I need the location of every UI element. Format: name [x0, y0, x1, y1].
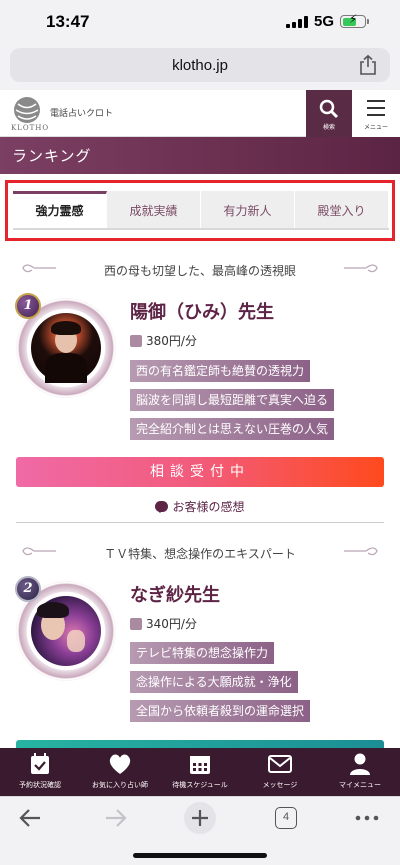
rank-badge: 2 [15, 576, 41, 602]
ornament-right-icon [344, 547, 378, 556]
advisor-name[interactable]: 陽御（ひみ）先生 [130, 298, 274, 324]
rank-badge: 1 [15, 293, 41, 319]
section-title: ランキング [12, 147, 92, 165]
heart-icon [109, 754, 131, 774]
advisor-price: 380円/分 [130, 332, 197, 349]
address-bar[interactable]: klotho.jp [10, 48, 390, 82]
tab-count: 4 [275, 807, 297, 829]
nav-messages[interactable]: メッセージ [240, 748, 320, 796]
logo-text: KLOTHO [11, 124, 50, 132]
advisor-tag: 完全紹介制とは思えない圧巻の人気 [130, 418, 335, 440]
signal-icon [286, 16, 308, 28]
search-button[interactable]: 検索 [306, 90, 352, 137]
tabs-button[interactable]: 4 [270, 801, 304, 835]
new-tab-plus-icon[interactable] [183, 801, 217, 835]
nav-favorite-advisors[interactable]: お気に入り占い師 [80, 748, 160, 796]
url-text: klotho.jp [172, 57, 228, 74]
search-label: 検索 [322, 124, 335, 131]
status-bar: 13:47 5G ⚡ [0, 0, 400, 44]
klotho-logo-icon[interactable] [12, 95, 42, 125]
tab-fulfillment[interactable]: 成就実績 [107, 191, 201, 228]
phone-icon [130, 618, 142, 630]
envelope-icon [268, 755, 292, 773]
tab-new-talent[interactable]: 有力新人 [201, 191, 295, 228]
advisor-card-2: ＴＶ特集、想念操作のエキスパート 2 なぎ紗先生 340円/分 テレビ特集の想念… [0, 545, 400, 745]
advisor-catchphrase: 西の母も切望した、最高峰の透視眼 [103, 264, 296, 278]
phone-icon [130, 335, 142, 347]
app-bottom-nav: 予約状況確認 お気に入り占い師 待機スケジュール メッセージ マイメニュー [0, 748, 400, 796]
person-icon [350, 753, 370, 775]
site-header: KLOTHO 電話占いクロト 検索 メニュー [0, 90, 400, 137]
ranking-tabs: 強力霊感 成就実績 有力新人 殿堂入り [13, 191, 389, 230]
tab-hall-of-fame[interactable]: 殿堂入り [295, 191, 389, 228]
consult-button-partial[interactable] [16, 740, 384, 748]
site-name: 電話占いクロト [50, 109, 114, 119]
menu-button[interactable]: メニュー [352, 90, 400, 137]
nav-standby-schedule[interactable]: 待機スケジュール [160, 748, 240, 796]
search-icon [319, 99, 339, 119]
advisor-name[interactable]: なぎ紗先生 [130, 581, 220, 607]
network-label: 5G [314, 13, 335, 30]
advisor-tag: 全国から依頼者殺到の運命選択 [130, 700, 311, 722]
menu-label: メニュー [363, 124, 388, 131]
advisor-catchphrase: ＴＶ特集、想念操作のエキスパート [104, 547, 296, 561]
advisor-tag: 念操作による大願成就・浄化 [130, 671, 298, 693]
nav-my-menu[interactable]: マイメニュー [320, 748, 400, 796]
calendar-icon [190, 756, 210, 774]
back-arrow-icon[interactable] [14, 801, 48, 835]
nav-reservation-status[interactable]: 予約状況確認 [0, 748, 80, 796]
share-icon[interactable] [358, 54, 378, 76]
ornament-right-icon [344, 264, 378, 273]
advisor-card-1: 西の母も切望した、最高峰の透視眼 1 陽御（ひみ）先生 380円/分 西の有名鑑… [0, 262, 400, 520]
chat-bubble-icon [155, 501, 169, 513]
calendar-check-icon [31, 753, 49, 774]
customer-reviews-link[interactable]: お客様の感想 [0, 498, 400, 515]
advisor-photo [31, 313, 101, 383]
advisor-tag: 西の有名鑑定師も絶賛の透視力 [130, 360, 311, 382]
advisor-tag: 脳波を同調し最短距離で真実へ迫る [130, 389, 335, 411]
ranking-section-bar: ランキング [0, 137, 400, 174]
advisor-price: 340円/分 [130, 615, 197, 632]
battery-icon: ⚡ [340, 13, 366, 28]
home-indicator [133, 853, 267, 858]
status-time: 13:47 [46, 12, 90, 31]
browser-toolbar: 4 [0, 796, 400, 865]
advisor-tag: テレビ特集の想念操作力 [130, 642, 275, 664]
forward-arrow-icon[interactable] [98, 801, 132, 835]
more-dots-icon[interactable] [350, 801, 384, 835]
tab-strong-psychic[interactable]: 強力霊感 [13, 191, 107, 228]
ranking-tabs-highlight: 強力霊感 成就実績 有力新人 殿堂入り [5, 180, 395, 241]
divider [16, 522, 384, 523]
browser-address-area: klotho.jp [0, 44, 400, 90]
advisor-photo [31, 596, 101, 666]
consult-available-button[interactable]: 相談受付中 [16, 457, 384, 487]
